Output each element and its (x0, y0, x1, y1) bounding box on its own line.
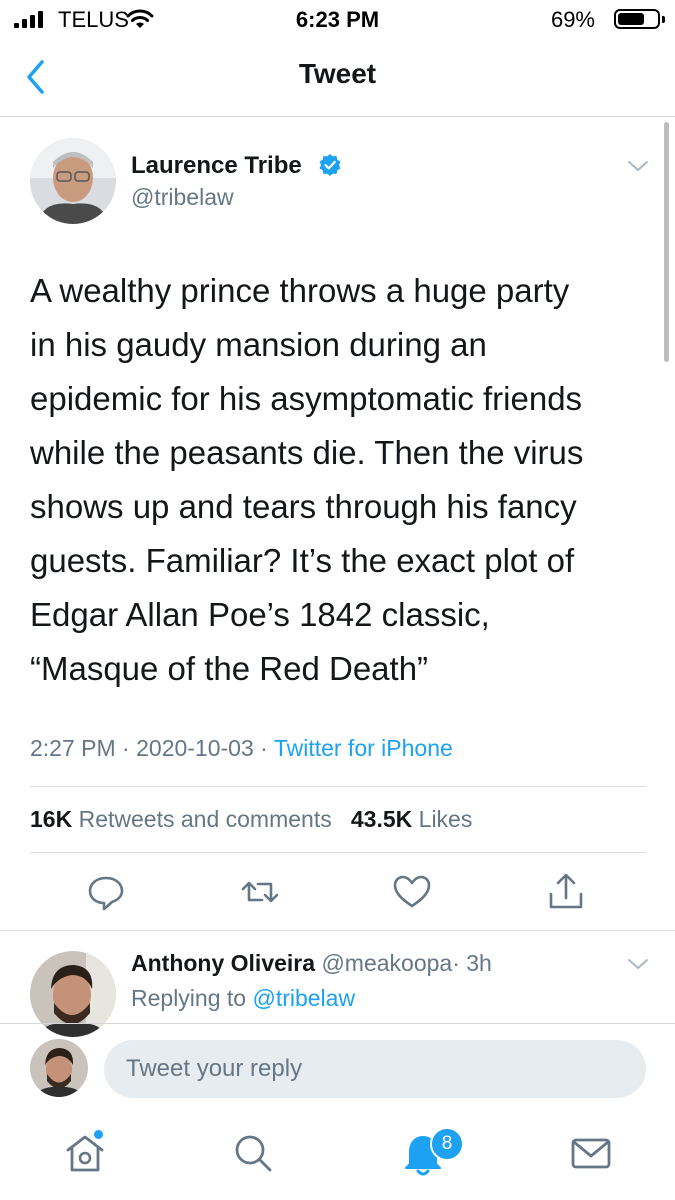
retweets-label: Retweets and comments (78, 806, 332, 832)
divider (30, 852, 646, 853)
nav-bar: Tweet (0, 40, 675, 117)
likes-count: 43.5K (350, 806, 413, 832)
author-avatar[interactable] (30, 138, 116, 224)
reply-placeholder: Tweet your reply (126, 1055, 303, 1082)
tweet-source-link[interactable]: Twitter for iPhone (274, 735, 453, 761)
retweets-count: 16K (30, 806, 73, 832)
status-bar: TELUS 6:23 PM 69% (0, 0, 675, 40)
divider (30, 786, 646, 787)
tweet-timestamp: 2:27 PM · 2020-10-03 · Twitter for iPhon… (30, 735, 453, 762)
meta-separator: · (260, 735, 268, 761)
messages-icon[interactable] (566, 1128, 616, 1178)
tweet-line: A wealthy prince throws a huge party (30, 272, 570, 309)
user-avatar[interactable] (30, 1039, 88, 1097)
comment-icon[interactable] (84, 870, 128, 914)
replying-to-link[interactable]: @tribelaw (252, 985, 355, 1011)
tweet-date: 2020-10-03 (136, 735, 254, 761)
tweet-line: “Masque of the Red Death” (30, 650, 429, 687)
divider (0, 930, 675, 931)
reply-composer: Tweet your reply (0, 1023, 675, 1114)
search-icon[interactable] (228, 1128, 278, 1178)
reply-age: 3h (466, 950, 492, 976)
reply-author-name[interactable]: Anthony Oliveira (131, 950, 315, 976)
tweet-line: Edgar Allan Poe’s 1842 classic, (30, 596, 490, 633)
reply-header: Anthony Oliveira @meakoopa· 3h (131, 950, 492, 977)
retweet-icon[interactable] (238, 870, 282, 914)
scroll-indicator[interactable] (664, 122, 669, 362)
battery-icon (614, 9, 665, 29)
author-name[interactable]: Laurence Tribe (131, 152, 302, 180)
tweet-line: while the peasants die. Then the virus (30, 434, 584, 471)
likes-stat[interactable]: 43.5K Likes (351, 806, 472, 832)
chevron-down-icon[interactable] (626, 158, 650, 174)
tweet-line: in his gaudy mansion during an (30, 326, 487, 363)
notifications-badge: 8 (430, 1127, 464, 1161)
replying-to-label: Replying to (131, 985, 247, 1011)
author-handle[interactable]: @tribelaw (131, 184, 234, 211)
home-new-indicator (94, 1130, 103, 1139)
verified-badge-icon (319, 154, 341, 176)
tweet-line: epidemic for his asymptomatic friends (30, 380, 583, 417)
battery-percentage: 69% (550, 7, 595, 32)
retweets-stat[interactable]: 16K Retweets and comments (30, 806, 332, 832)
page-title: Tweet (298, 58, 377, 89)
tweet-line: guests. Familiar? It’s the exact plot of (30, 542, 575, 579)
reply-author-handle[interactable]: @meakoopa (321, 950, 452, 976)
tweet-text: A wealthy prince throws a huge party in … (30, 264, 655, 696)
share-icon[interactable] (544, 870, 588, 914)
reply-input[interactable]: Tweet your reply (104, 1040, 646, 1098)
engagement-stats: 16K Retweets and comments 43.5K Likes (30, 806, 472, 833)
tweet-time: 2:27 PM (30, 735, 116, 761)
tweet-line: shows up and tears through his fancy (30, 488, 577, 525)
meta-separator: · (122, 735, 130, 761)
replying-to: Replying to @tribelaw (131, 985, 355, 1012)
likes-label: Likes (418, 806, 473, 832)
chevron-down-icon[interactable] (626, 956, 650, 972)
reply-separator: · (452, 950, 460, 976)
like-icon[interactable] (390, 870, 434, 914)
